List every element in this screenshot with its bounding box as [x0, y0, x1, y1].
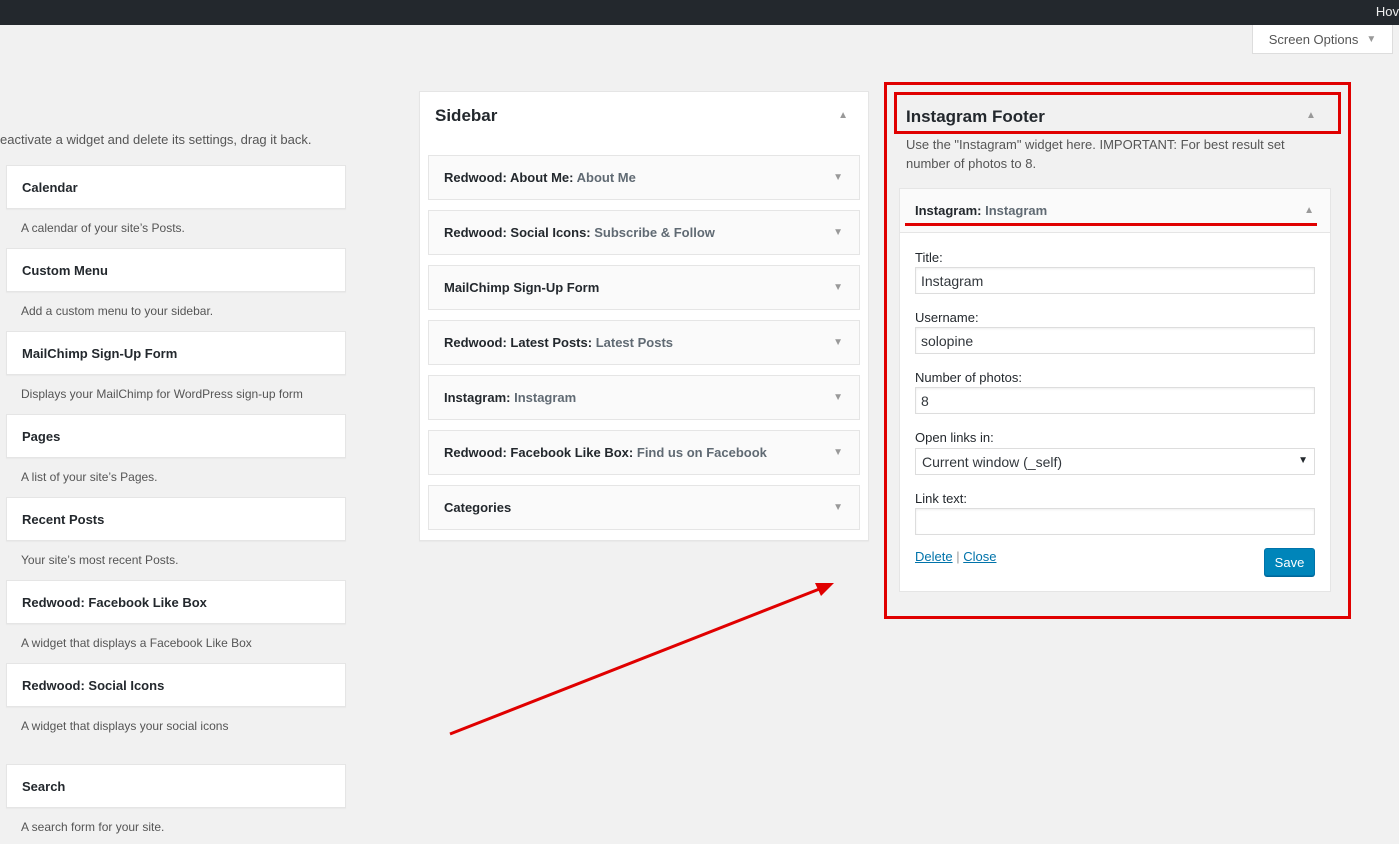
widget-name: Redwood: Latest Posts:	[444, 335, 593, 350]
widget-description: A list of your site’s Pages.	[21, 470, 158, 484]
widget-name: Redwood: Facebook Like Box:	[444, 445, 634, 460]
widget-title[interactable]: Recent Posts	[6, 497, 346, 541]
widget-subtitle: Instagram	[985, 203, 1048, 218]
sidebar-widget-categories[interactable]: Categories ▼	[428, 485, 860, 530]
title-label: Title:	[915, 250, 943, 265]
sidebar-widget-area: Sidebar ▲ Redwood: About Me: About Me ▼ …	[419, 91, 869, 541]
widget-name: Categories	[444, 500, 512, 515]
widget-description: Your site’s most recent Posts.	[21, 553, 179, 567]
widget-subtitle: Instagram	[514, 390, 577, 405]
username-label: Username:	[915, 310, 979, 325]
widget-description: Displays your MailChimp for WordPress si…	[21, 387, 303, 401]
widget-label: MailChimp Sign-Up Form	[444, 280, 599, 295]
widget-name: MailChimp Sign-Up Form	[444, 280, 600, 295]
sidebar-title: Sidebar	[435, 106, 498, 125]
available-widget-facebook-like-box[interactable]: Redwood: Facebook Like Box A widget that…	[6, 580, 346, 650]
expand-triangle-icon[interactable]: ▼	[833, 282, 843, 293]
widget-subtitle: About Me	[576, 170, 636, 185]
open-links-label: Open links in:	[915, 430, 994, 445]
annotation-arrow-line	[449, 586, 823, 736]
expand-triangle-icon[interactable]: ▼	[833, 447, 843, 458]
widget-description: A calendar of your site’s Posts.	[21, 221, 185, 235]
instagram-footer-title: Instagram Footer	[906, 107, 1045, 126]
username-input[interactable]	[915, 327, 1315, 354]
available-widget-social-icons[interactable]: Redwood: Social Icons A widget that disp…	[6, 663, 346, 733]
sidebar-widget-about-me[interactable]: Redwood: About Me: About Me ▼	[428, 155, 860, 200]
widget-title[interactable]: Redwood: Facebook Like Box	[6, 580, 346, 624]
widget-label: Categories	[444, 500, 511, 515]
annotation-arrow-head	[815, 583, 834, 596]
collapse-triangle-icon[interactable]: ▲	[1306, 110, 1316, 121]
widgets-hint-text: eactivate a widget and delete its settin…	[0, 132, 312, 147]
open-links-select[interactable]: Current window (_self) ▼	[915, 448, 1315, 475]
open-links-selected-value: Current window (_self)	[922, 454, 1063, 470]
widget-title[interactable]: Custom Menu	[6, 248, 346, 292]
widget-title[interactable]: MailChimp Sign-Up Form	[6, 331, 346, 375]
widget-title[interactable]: Search	[6, 764, 346, 808]
widget-label: Instagram: Instagram	[444, 390, 576, 405]
instagram-widget-header[interactable]: Instagram: Instagram ▲	[900, 189, 1330, 233]
available-widget-mailchimp[interactable]: MailChimp Sign-Up Form Displays your Mai…	[6, 331, 346, 401]
widget-subtitle: Find us on Facebook	[636, 445, 767, 460]
instagram-footer-description: Use the "Instagram" widget here. IMPORTA…	[906, 137, 1285, 171]
link-text-label: Link text:	[915, 491, 968, 506]
expand-triangle-icon[interactable]: ▼	[833, 172, 843, 183]
collapse-triangle-icon[interactable]: ▲	[838, 110, 848, 121]
sidebar-widget-latest-posts[interactable]: Redwood: Latest Posts: Latest Posts ▼	[428, 320, 860, 365]
widget-label: Redwood: Facebook Like Box: Find us on F…	[444, 445, 767, 460]
collapse-triangle-icon[interactable]: ▲	[1304, 205, 1314, 216]
widget-name: Redwood: About Me:	[444, 170, 574, 185]
screen-options-label: Screen Options	[1268, 31, 1359, 47]
widget-label: Redwood: About Me: About Me	[444, 170, 636, 185]
close-link[interactable]: Close	[963, 549, 996, 564]
link-text-input[interactable]	[915, 508, 1315, 535]
widget-label: Redwood: Latest Posts: Latest Posts	[444, 335, 673, 350]
widget-subtitle: Latest Posts	[595, 335, 674, 350]
widget-title[interactable]: Redwood: Social Icons	[6, 663, 346, 707]
widget-description: A search form for your site.	[21, 820, 165, 834]
available-widget-recent-posts[interactable]: Recent Posts Your site’s most recent Pos…	[6, 497, 346, 567]
available-widget-search[interactable]: Search A search form for your site.	[6, 764, 346, 834]
sidebar-widget-facebook-like-box[interactable]: Redwood: Facebook Like Box: Find us on F…	[428, 430, 860, 475]
expand-triangle-icon[interactable]: ▼	[833, 337, 843, 348]
sidebar-widget-mailchimp[interactable]: MailChimp Sign-Up Form ▼	[428, 265, 860, 310]
available-widget-pages[interactable]: Pages A list of your site’s Pages.	[6, 414, 346, 484]
widget-description: Add a custom menu to your sidebar.	[21, 304, 214, 318]
sidebar-widget-social-icons[interactable]: Redwood: Social Icons: Subscribe & Follo…	[428, 210, 860, 255]
dropdown-arrow-icon: ▼	[1298, 455, 1308, 466]
number-of-photos-input[interactable]	[915, 387, 1315, 414]
expand-triangle-icon[interactable]: ▼	[833, 392, 843, 403]
howdy-text[interactable]: Hov	[1376, 4, 1399, 19]
expand-triangle-icon[interactable]: ▼	[833, 227, 843, 238]
highlight-underline	[905, 223, 1317, 226]
caret-down-icon: ▼	[1366, 33, 1377, 45]
widget-description: A widget that displays a Facebook Like B…	[21, 636, 252, 650]
admin-bar: Hov	[0, 0, 1399, 25]
expand-triangle-icon[interactable]: ▼	[833, 502, 843, 513]
available-widget-calendar[interactable]: Calendar A calendar of your site’s Posts…	[6, 165, 346, 235]
widget-title[interactable]: Pages	[6, 414, 346, 458]
title-input[interactable]	[915, 267, 1315, 294]
sidebar-widget-instagram[interactable]: Instagram: Instagram ▼	[428, 375, 860, 420]
widget-control-links: Delete | Close	[915, 549, 996, 564]
widget-name: Redwood: Social Icons:	[444, 225, 591, 240]
widget-label: Redwood: Social Icons: Subscribe & Follo…	[444, 225, 715, 240]
delete-link[interactable]: Delete	[915, 549, 953, 564]
widget-description: A widget that displays your social icons	[21, 719, 229, 733]
widget-subtitle: Subscribe & Follow	[594, 225, 715, 240]
widget-label: Instagram: Instagram	[915, 203, 1047, 218]
widget-title[interactable]: Calendar	[6, 165, 346, 209]
number-of-photos-label: Number of photos:	[915, 370, 1022, 385]
widget-name: Instagram:	[915, 203, 982, 218]
link-separator: |	[956, 549, 960, 564]
save-button[interactable]: Save	[1264, 548, 1315, 576]
available-widget-custom-menu[interactable]: Custom Menu Add a custom menu to your si…	[6, 248, 346, 318]
widget-name: Instagram:	[444, 390, 511, 405]
screen-options-button[interactable]: Screen Options ▼	[1252, 25, 1393, 54]
